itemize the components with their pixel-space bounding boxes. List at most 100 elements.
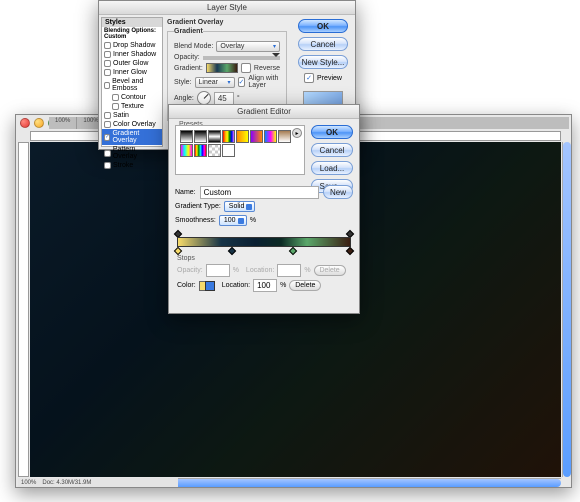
effect-row[interactable]: Texture <box>102 102 162 111</box>
effect-row[interactable]: Inner Glow <box>102 68 162 77</box>
reverse-checkbox[interactable] <box>241 63 251 73</box>
close-window-icon[interactable] <box>20 118 30 128</box>
preset-swatch[interactable] <box>180 144 193 157</box>
stop-location-field <box>277 264 301 277</box>
zoom-level[interactable]: 100% <box>21 480 36 486</box>
effect-checkbox[interactable] <box>104 42 111 49</box>
effect-row[interactable]: Inner Shadow <box>102 50 162 59</box>
stop-location-label: Location: <box>222 282 250 289</box>
dialog-buttons: OK Cancel Load... Save... <box>311 125 355 193</box>
percent-icon: % <box>250 217 256 224</box>
opacity-slider[interactable] <box>203 56 280 60</box>
effect-row[interactable]: ✓Gradient Overlay <box>102 129 162 145</box>
load-button[interactable]: Load... <box>311 161 353 175</box>
gradient-editor-dialog: Gradient Editor Presets ▸ OK Cancel Load… <box>168 104 360 314</box>
effect-checkbox[interactable] <box>104 121 111 128</box>
color-stop[interactable] <box>346 247 354 255</box>
effect-checkbox[interactable] <box>112 103 119 110</box>
effect-checkbox[interactable] <box>104 82 110 89</box>
gradient-ramp[interactable] <box>177 233 351 251</box>
effect-row[interactable]: Contour <box>102 93 162 102</box>
effect-row[interactable]: Pattern Overlay <box>102 145 162 161</box>
effect-label: Gradient Overlay <box>112 130 160 144</box>
style-select[interactable]: Linear▾ <box>195 77 235 88</box>
effect-checkbox[interactable] <box>104 150 111 157</box>
preset-swatch[interactable] <box>250 130 263 143</box>
preset-swatch[interactable] <box>208 130 221 143</box>
blending-options-row[interactable]: Blending Options: Custom <box>102 27 162 41</box>
align-label: Align with Layer <box>248 75 280 89</box>
effect-label: Stroke <box>113 162 133 169</box>
angle-dial[interactable] <box>197 91 211 105</box>
stop-location-field[interactable]: 100 <box>253 279 277 292</box>
delete-color-stop-button[interactable]: Delete <box>289 280 321 291</box>
preset-swatch[interactable] <box>194 144 207 157</box>
dialog-title[interactable]: Gradient Editor <box>169 105 359 119</box>
preset-swatch[interactable] <box>194 130 207 143</box>
gradient-swatch[interactable] <box>206 63 238 73</box>
cancel-button[interactable]: Cancel <box>298 37 348 51</box>
cancel-button[interactable]: Cancel <box>311 143 353 157</box>
stop-color-swatch[interactable] <box>199 281 215 291</box>
stops-panel: Stops Opacity: % Location: % Delete Colo… <box>177 255 351 294</box>
preview-checkbox[interactable]: ✓ <box>304 73 314 83</box>
effect-row[interactable]: Satin <box>102 111 162 120</box>
ok-button[interactable]: OK <box>311 125 353 139</box>
gradient-label: Gradient: <box>174 65 203 72</box>
panel-heading: Gradient Overlay <box>167 19 287 26</box>
color-stop[interactable] <box>289 247 297 255</box>
preset-swatch[interactable] <box>264 130 277 143</box>
effect-label: Outer Glow <box>113 60 148 67</box>
presets-menu-icon[interactable]: ▸ <box>292 128 302 138</box>
preset-swatch[interactable] <box>208 144 221 157</box>
name-field[interactable]: Custom <box>200 186 319 199</box>
percent-icon: % <box>280 282 286 289</box>
align-checkbox[interactable]: ✓ <box>238 77 246 87</box>
doc-size: Doc: 4.30M/31.9M <box>42 480 91 486</box>
status-bar: 100% Doc: 4.30M/31.9M <box>18 478 178 487</box>
smoothness-field[interactable]: 100 <box>219 215 247 226</box>
color-stop[interactable] <box>174 247 182 255</box>
preset-swatch[interactable] <box>236 130 249 143</box>
ok-button[interactable]: OK <box>298 19 348 33</box>
effect-label: Bevel and Emboss <box>112 78 160 92</box>
effect-checkbox[interactable] <box>104 60 111 67</box>
minimize-window-icon[interactable] <box>34 118 44 128</box>
opacity-label: Opacity: <box>174 54 200 61</box>
new-button[interactable]: New <box>323 185 353 199</box>
vertical-ruler[interactable] <box>18 142 29 477</box>
reverse-label: Reverse <box>254 65 280 72</box>
effect-checkbox[interactable]: ✓ <box>104 134 110 141</box>
effect-row[interactable]: Outer Glow <box>102 59 162 68</box>
delete-opacity-stop-button: Delete <box>314 265 346 276</box>
percent-icon: % <box>233 267 239 274</box>
gradient-type-select[interactable]: Solid <box>224 201 256 212</box>
preset-swatch[interactable] <box>180 130 193 143</box>
new-style-button[interactable]: New Style... <box>298 55 348 69</box>
effect-checkbox[interactable] <box>112 94 119 101</box>
presets-grid <box>176 126 304 161</box>
color-stop[interactable] <box>228 247 236 255</box>
blend-mode-select[interactable]: Overlay▾ <box>216 41 280 52</box>
stop-location-label: Location: <box>246 267 274 274</box>
document-tab[interactable]: 100% <box>49 117 77 129</box>
effect-checkbox[interactable] <box>104 112 111 119</box>
effect-row[interactable]: Stroke <box>102 161 162 170</box>
effect-checkbox[interactable] <box>104 51 111 58</box>
preset-swatch[interactable] <box>222 144 235 157</box>
angle-field[interactable]: 45 <box>214 92 234 105</box>
effect-row[interactable]: Bevel and Emboss <box>102 77 162 93</box>
dialog-title[interactable]: Layer Style <box>99 1 355 15</box>
stop-opacity-label: Opacity: <box>177 267 203 274</box>
styles-header[interactable]: Styles <box>102 18 162 27</box>
stops-heading: Stops <box>177 255 351 262</box>
effect-row[interactable]: Color Overlay <box>102 120 162 129</box>
effect-checkbox[interactable] <box>104 69 111 76</box>
group-label: Gradient <box>174 28 203 35</box>
vertical-scrollbar[interactable] <box>562 142 571 477</box>
preset-swatch[interactable] <box>222 130 235 143</box>
effect-checkbox[interactable] <box>104 162 111 169</box>
preset-swatch[interactable] <box>278 130 291 143</box>
effect-row[interactable]: Drop Shadow <box>102 41 162 50</box>
stop-opacity-field <box>206 264 230 277</box>
